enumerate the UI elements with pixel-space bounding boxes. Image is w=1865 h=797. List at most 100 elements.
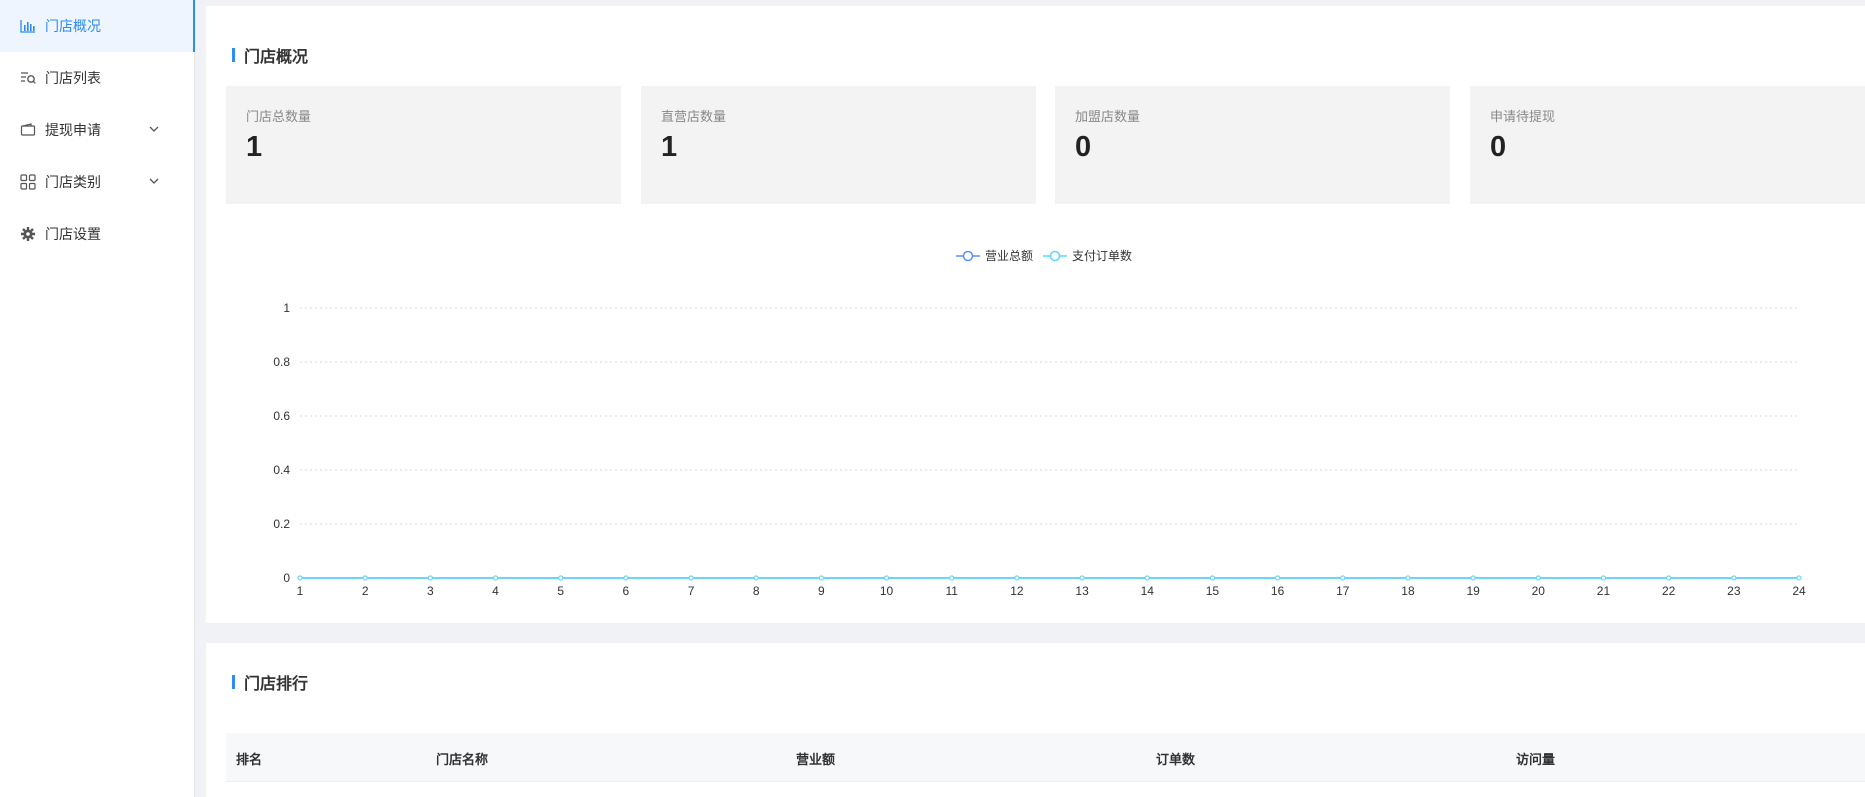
x-tick-label: 1: [297, 584, 304, 598]
x-tick-label: 24: [1792, 584, 1806, 598]
column-header-visits[interactable]: 访问量: [1516, 749, 1555, 768]
y-tick-label: 1: [283, 301, 290, 315]
x-tick-label: 22: [1662, 584, 1676, 598]
stat-value: 0: [1490, 131, 1507, 163]
bar-chart-icon: [20, 18, 36, 34]
ranking-card: 门店排行 排名 门店名称 营业额 订单数 访问量: [206, 643, 1865, 797]
ranking-title: 门店排行: [244, 674, 309, 693]
list-search-icon: [20, 70, 36, 86]
data-point: [753, 575, 759, 581]
stat-card-direct: 直营店数量 1: [641, 86, 1036, 204]
data-point: [1470, 575, 1476, 581]
data-point: [558, 575, 564, 581]
sidebar-item-label: 门店概况: [45, 19, 101, 35]
stat-card-withdraw: 申请待提现 0: [1470, 86, 1865, 204]
legend-label: 支付订单数: [1072, 249, 1133, 263]
sidebar-item-label: 门店列表: [45, 71, 101, 87]
x-tick-label: 12: [1010, 584, 1024, 598]
stat-value: 1: [246, 131, 263, 163]
x-tick-label: 23: [1727, 584, 1741, 598]
x-tick-label: 8: [753, 584, 760, 598]
section-title: 门店排行: [232, 670, 308, 694]
x-tick-label: 18: [1401, 584, 1415, 598]
x-tick-label: 19: [1466, 584, 1480, 598]
x-tick-label: 20: [1532, 584, 1546, 598]
legend-marker-icon: [1043, 250, 1068, 261]
y-tick-label: 0.4: [273, 463, 290, 477]
x-tick-label: 6: [623, 584, 630, 598]
x-tick-label: 2: [362, 584, 369, 598]
legend-item[interactable]: 营业总额: [956, 247, 1033, 264]
sidebar-item-label: 门店设置: [45, 227, 101, 243]
legend-item[interactable]: 支付订单数: [1043, 247, 1132, 264]
sidebar-item-overview[interactable]: 门店概况: [0, 0, 195, 52]
chart-legend: 营业总额 支付订单数: [956, 247, 1142, 264]
data-point: [1275, 575, 1281, 581]
data-point: [1144, 575, 1150, 581]
x-tick-label: 14: [1141, 584, 1155, 598]
x-tick-label: 3: [427, 584, 434, 598]
gear-icon: [20, 226, 36, 242]
stat-card-total: 门店总数量 1: [226, 86, 621, 204]
x-tick-label: 9: [818, 584, 825, 598]
x-tick-label: 11: [946, 584, 959, 598]
legend-label: 营业总额: [985, 249, 1034, 263]
y-tick-label: 0.6: [273, 409, 290, 423]
data-point: [1535, 575, 1541, 581]
data-point: [688, 575, 694, 581]
legend-marker-icon: [956, 250, 980, 261]
chevron-down-icon[interactable]: [148, 123, 160, 135]
data-point: [1600, 575, 1606, 581]
data-point: [1079, 575, 1085, 581]
x-tick-label: 7: [688, 584, 695, 598]
line-chart: 00.20.40.60.811 2 3 4 5 6 7 8 9 10 11 12 13 14 15 16 17 1…: [273, 301, 1806, 598]
data-point: [623, 575, 629, 581]
stat-value: 0: [1075, 131, 1092, 163]
sidebar-item-store-list[interactable]: 门店列表: [0, 52, 194, 104]
x-tick-label: 15: [1206, 584, 1220, 598]
data-point: [1731, 575, 1737, 581]
data-point: [1014, 575, 1020, 581]
sidebar-item-category[interactable]: 门店类别: [0, 156, 194, 208]
data-point: [1209, 575, 1215, 581]
wallet-icon: [20, 122, 36, 138]
sidebar-item-withdraw[interactable]: 提现申请: [0, 104, 194, 156]
sidebar-item-label: 提现申请: [45, 123, 101, 139]
y-tick-label: 0.2: [273, 517, 290, 531]
x-tick-label: 5: [557, 584, 564, 598]
overview-card: 门店概况 门店总数量 1 直营店数量 1 加盟店数量 0 申请待提现 0 营业总…: [206, 6, 1865, 623]
x-tick-label: 4: [492, 584, 499, 598]
x-tick-label: 16: [1271, 584, 1285, 598]
column-header-orders[interactable]: 订单数: [1156, 749, 1195, 768]
sidebar-item-settings[interactable]: 门店设置: [0, 208, 194, 260]
chevron-down-icon[interactable]: [148, 175, 160, 187]
data-point: [493, 575, 499, 581]
section-title: 门店概况: [232, 43, 308, 67]
column-header-rank[interactable]: 排名: [236, 749, 262, 768]
sidebar-item-label: 门店类别: [45, 175, 101, 191]
data-point: [297, 575, 303, 581]
x-tick-label: 13: [1075, 584, 1089, 598]
data-point: [427, 575, 433, 581]
x-tick-label: 10: [880, 584, 894, 598]
y-tick-label: 0: [283, 571, 290, 585]
overview-title: 门店概况: [244, 47, 309, 66]
stat-value: 1: [661, 131, 678, 163]
data-point: [1340, 575, 1346, 581]
stat-label: 加盟店数量: [1075, 110, 1141, 125]
stat-label: 直营店数量: [661, 110, 727, 125]
data-point: [1666, 575, 1672, 581]
stat-card-franchise: 加盟店数量 0: [1055, 86, 1450, 204]
data-point: [362, 575, 368, 581]
x-tick-label: 17: [1336, 584, 1350, 598]
data-point: [1405, 575, 1411, 581]
column-header-revenue[interactable]: 营业额: [796, 749, 835, 768]
column-header-store-name[interactable]: 门店名称: [436, 749, 488, 768]
stat-label: 申请待提现: [1490, 110, 1556, 125]
x-tick-label: 21: [1597, 584, 1611, 598]
data-point: [818, 575, 824, 581]
table-header: 排名 门店名称 营业额 订单数 访问量: [226, 733, 1865, 782]
data-point: [949, 575, 955, 581]
sidebar: 门店概况 门店列表 提现申请 门店类别 门店设置: [0, 0, 195, 797]
stat-label: 门店总数量: [246, 110, 312, 125]
